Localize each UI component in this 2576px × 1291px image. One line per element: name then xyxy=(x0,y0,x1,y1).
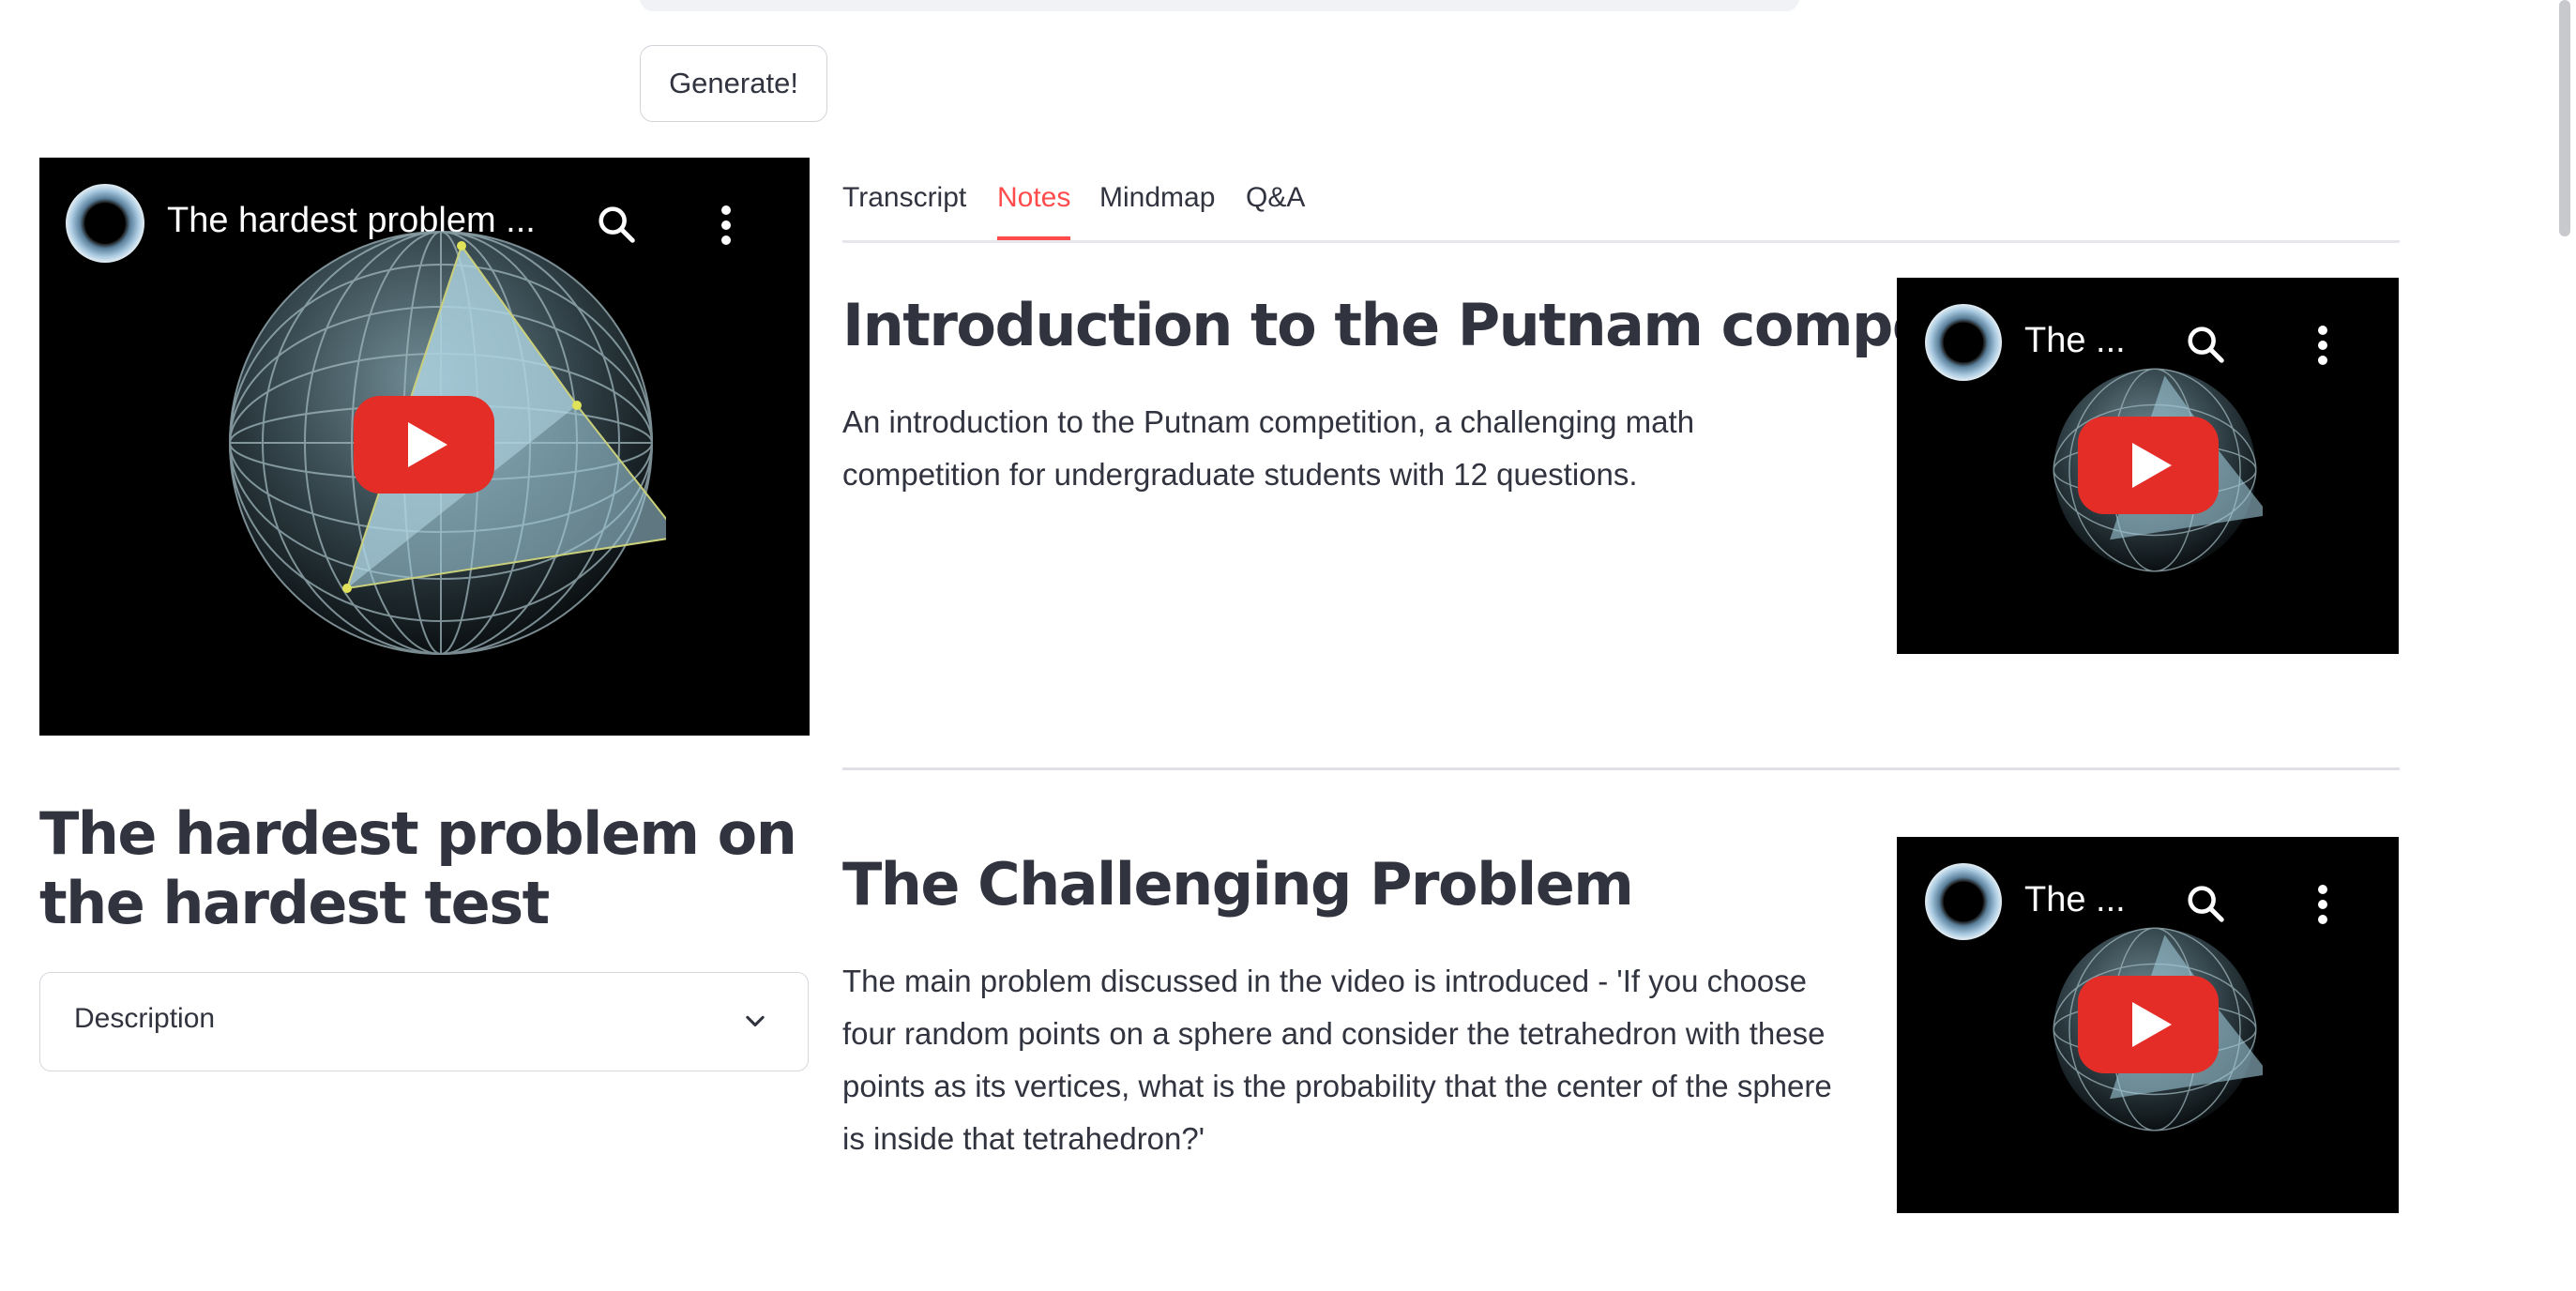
text-line: points as its vertices, what is the prob… xyxy=(842,1069,1832,1103)
text-line: is inside that tetrahedron?' xyxy=(842,1121,1205,1156)
text-line: competition for undergraduate students w… xyxy=(842,457,1638,492)
tab-transcript[interactable]: Transcript xyxy=(842,175,966,240)
page-title: The hardest problem on the hardest test xyxy=(39,799,797,937)
expander-label: Description xyxy=(74,1003,216,1034)
channel-avatar[interactable] xyxy=(66,184,144,263)
section-heading: The Challenging Problem xyxy=(842,850,1634,919)
search-icon[interactable] xyxy=(2184,323,2227,366)
channel-avatar[interactable] xyxy=(1925,304,2002,381)
play-icon[interactable] xyxy=(2078,976,2219,1073)
video-title[interactable]: The ... xyxy=(2024,880,2126,920)
chevron-down-icon[interactable] xyxy=(742,1009,768,1035)
text-line: four random points on a sphere and consi… xyxy=(842,1016,1826,1051)
section-video-player[interactable]: The ... xyxy=(1897,278,2399,654)
tab-notes[interactable]: Notes xyxy=(997,175,1071,240)
video-title[interactable]: The ... xyxy=(2024,321,2126,361)
description-expander[interactable]: Description xyxy=(39,972,809,1071)
text-line: An introduction to the Putnam competitio… xyxy=(842,404,1695,439)
generate-button[interactable]: Generate! xyxy=(640,45,827,122)
tab-bar: Transcript Notes Mindmap Q&A xyxy=(842,175,2400,244)
more-vert-icon[interactable] xyxy=(717,205,735,246)
main-video-player[interactable]: The hardest problem ... xyxy=(39,158,810,736)
section-text: The main problem discussed in the video … xyxy=(842,955,1848,1165)
channel-avatar[interactable] xyxy=(1925,863,2002,940)
search-icon[interactable] xyxy=(2184,882,2227,925)
tab-qa[interactable]: Q&A xyxy=(1246,175,1305,240)
section-text: An introduction to the Putnam competitio… xyxy=(842,396,1848,501)
play-icon[interactable] xyxy=(354,396,494,494)
tab-underline-divider xyxy=(842,240,2400,243)
section-video-player[interactable]: The ... xyxy=(1897,837,2399,1213)
more-vert-icon[interactable] xyxy=(2313,325,2332,366)
tab-mindmap[interactable]: Mindmap xyxy=(1099,175,1215,240)
url-input[interactable] xyxy=(640,0,1799,11)
text-line: The main problem discussed in the video … xyxy=(842,964,1808,998)
page-scrollbar[interactable] xyxy=(2559,0,2570,236)
section-divider xyxy=(842,767,2400,770)
play-icon[interactable] xyxy=(2078,417,2219,514)
more-vert-icon[interactable] xyxy=(2313,884,2332,925)
